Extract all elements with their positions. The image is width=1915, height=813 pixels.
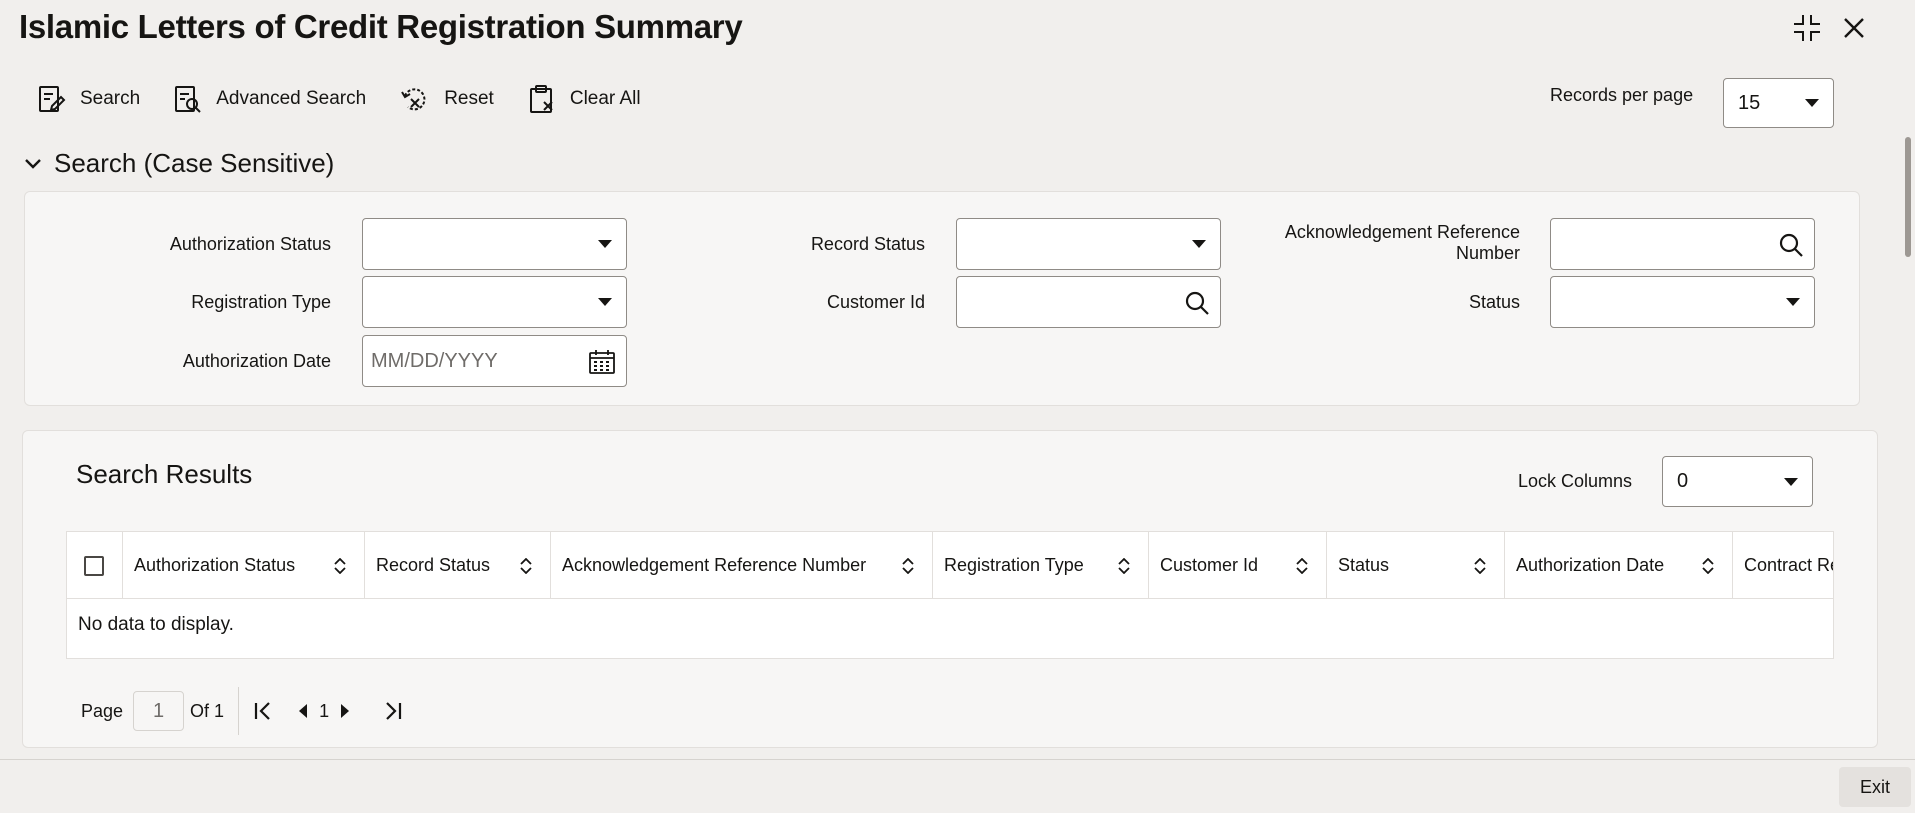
clipboard-clear-icon xyxy=(529,85,553,113)
customer-id-label: Customer Id xyxy=(826,292,925,312)
registration-type-label: Registration Type xyxy=(191,292,331,312)
column-header[interactable]: Record Status xyxy=(365,532,551,599)
lock-columns-value: 0 xyxy=(1677,470,1689,492)
page-title: Islamic Letters of Credit Registration S… xyxy=(19,8,743,45)
search-section-toggle[interactable]: Search (Case Sensitive) xyxy=(24,148,334,179)
search-results-title: Search Results xyxy=(76,459,253,489)
ack-ref-number-input[interactable] xyxy=(1550,218,1815,270)
calendar-icon[interactable] xyxy=(588,349,616,375)
reset-icon xyxy=(401,88,426,111)
column-header[interactable]: Customer Id xyxy=(1149,532,1327,599)
chevron-down-icon xyxy=(1786,298,1800,306)
records-per-page-label: Records per page xyxy=(1550,85,1694,105)
sort-icon xyxy=(1702,557,1714,574)
lock-columns-label: Lock Columns xyxy=(1518,471,1633,491)
chevron-down-icon xyxy=(1192,240,1206,248)
current-page-number[interactable]: 1 xyxy=(319,701,329,722)
sort-icon xyxy=(1474,557,1486,574)
select-all-checkbox[interactable] xyxy=(84,556,104,576)
footer-divider xyxy=(0,759,1915,760)
search-doc-icon xyxy=(39,86,66,112)
search-icon[interactable] xyxy=(1778,232,1804,258)
last-page-icon[interactable] xyxy=(381,701,403,721)
sort-icon xyxy=(1296,557,1308,574)
reset-button-label: Reset xyxy=(444,88,494,109)
page-number-input[interactable]: 1 xyxy=(133,691,185,731)
authorization-date-placeholder: MM/DD/YYYY xyxy=(371,349,498,372)
chevron-down-icon xyxy=(598,240,612,248)
exit-button-label: Exit xyxy=(1859,776,1890,797)
advanced-search-icon xyxy=(175,86,201,113)
chevron-down-icon xyxy=(25,158,41,169)
ack-ref-number-label: Acknowledgement Reference Number xyxy=(1284,222,1520,263)
status-label: Status xyxy=(1468,292,1520,312)
next-page-icon[interactable] xyxy=(339,703,351,719)
column-header[interactable]: Registration Type xyxy=(933,532,1149,599)
page-label: Page xyxy=(81,700,124,721)
records-per-page-value: 15 xyxy=(1738,91,1761,114)
previous-page-icon[interactable] xyxy=(297,703,309,719)
chevron-down-icon xyxy=(598,298,612,306)
record-status-select[interactable] xyxy=(956,218,1221,270)
empty-message: No data to display. xyxy=(78,614,234,635)
records-per-page-select[interactable]: 15 xyxy=(1723,78,1834,128)
advanced-search-button-label: Advanced Search xyxy=(216,88,367,109)
vertical-scrollbar[interactable] xyxy=(1905,137,1911,257)
column-header[interactable]: Acknowledgement Reference Number xyxy=(551,532,933,599)
authorization-status-label: Authorization Status xyxy=(169,234,331,254)
clear-all-button[interactable]: Clear All xyxy=(528,84,641,114)
search-criteria-panel: Authorization Status Record Status Ackno… xyxy=(24,191,1860,406)
column-header[interactable]: Contract Re xyxy=(1733,532,1833,599)
clear-all-button-label: Clear All xyxy=(569,88,641,109)
authorization-status-select[interactable] xyxy=(362,218,627,270)
table-header: Authorization Status Record Status Ackno… xyxy=(67,532,1833,599)
pager-divider xyxy=(238,687,240,735)
search-button-label: Search xyxy=(80,88,141,109)
authorization-date-input[interactable]: MM/DD/YYYY xyxy=(362,335,627,387)
toolbar: Search Advanced Search Reset Clear All xyxy=(38,84,675,114)
chevron-down-icon xyxy=(1784,477,1798,486)
column-header[interactable]: Authorization Status xyxy=(123,532,365,599)
search-icon[interactable] xyxy=(1184,290,1210,316)
sort-icon xyxy=(334,557,346,574)
column-header[interactable]: Status xyxy=(1327,532,1505,599)
authorization-date-label: Authorization Date xyxy=(182,351,331,371)
sort-icon xyxy=(1118,557,1130,574)
close-icon[interactable] xyxy=(1838,12,1870,44)
sort-icon xyxy=(520,557,532,574)
lock-columns-select[interactable]: 0 xyxy=(1662,456,1813,507)
record-status-label: Record Status xyxy=(810,234,925,254)
reset-button[interactable]: Reset xyxy=(400,84,494,114)
search-section-title: Search (Case Sensitive) xyxy=(54,148,335,178)
exit-button[interactable]: Exit xyxy=(1839,767,1911,807)
search-button[interactable]: Search xyxy=(38,84,140,114)
customer-id-input[interactable] xyxy=(956,276,1221,328)
page-of-label: Of 1 xyxy=(190,700,225,721)
status-select[interactable] xyxy=(1550,276,1815,328)
sort-icon xyxy=(902,557,914,574)
chevron-down-icon xyxy=(1805,99,1819,107)
select-all-cell xyxy=(67,532,123,599)
column-header[interactable]: Authorization Date xyxy=(1505,532,1733,599)
results-table: Authorization Status Record Status Ackno… xyxy=(66,531,1834,659)
first-page-icon[interactable] xyxy=(253,701,275,721)
minimize-icon[interactable] xyxy=(1791,12,1823,44)
advanced-search-button[interactable]: Advanced Search xyxy=(174,84,366,114)
registration-type-select[interactable] xyxy=(362,276,627,328)
pagination: Page 1 Of 1 1 xyxy=(81,687,403,735)
